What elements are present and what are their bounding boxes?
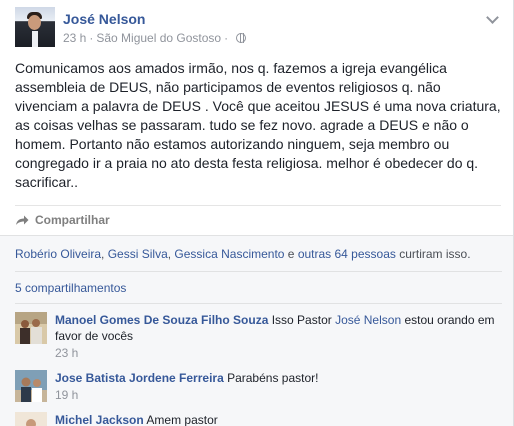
post-text: Comunicamos aos amados irmão, nos q. faz… [15, 60, 501, 190]
shares-link[interactable]: 5 compartilhamentos [15, 281, 126, 295]
comment-mention[interactable]: José Nelson [335, 313, 401, 327]
liker-link[interactable]: Gessi Silva [108, 247, 168, 261]
comment-body: Michel Jackson Amem pastor [55, 412, 502, 426]
others-likes-link[interactable]: outras 64 pessoas [298, 247, 396, 261]
divider [15, 205, 501, 206]
divider [15, 271, 502, 272]
comment-time[interactable]: 23 h [55, 345, 502, 361]
share-label: Compartilhar [35, 213, 110, 227]
comment-text: Amem pastor [143, 413, 218, 426]
author-name[interactable]: José Nelson [63, 11, 145, 27]
commenter-avatar[interactable] [15, 312, 47, 344]
post-location[interactable]: São Miguel do Gostoso [96, 31, 221, 45]
post-time[interactable]: 23 h [63, 31, 86, 45]
share-icon [15, 214, 29, 226]
commenter-avatar[interactable] [15, 370, 47, 402]
comment-author[interactable]: Manoel Gomes De Souza Filho Souza [55, 313, 268, 327]
post-card: José Nelson 23 h · São Miguel do Gostoso… [0, 0, 514, 426]
comment-body: Manoel Gomes De Souza Filho Souza Isso P… [55, 312, 502, 361]
likes-conjunction: e [284, 247, 298, 261]
likes-suffix: curtiram isso. [395, 247, 471, 261]
post-header: José Nelson 23 h · São Miguel do Gostoso… [15, 7, 503, 51]
share-button[interactable]: Compartilhar [15, 211, 110, 229]
liker-link[interactable]: Robério Oliveira [15, 247, 101, 261]
likes-separator: , [101, 247, 108, 261]
comment-author[interactable]: Jose Batista Jordene Ferreira [55, 371, 224, 385]
author-avatar[interactable] [15, 7, 55, 47]
comment-body: Jose Batista Jordene Ferreira Parabéns p… [55, 370, 502, 403]
likes-summary: Robério Oliveira, Gessi Silva, Gessica N… [15, 247, 471, 261]
meta-separator: · [224, 31, 229, 45]
comment-author[interactable]: Michel Jackson [55, 413, 144, 426]
chevron-down-icon[interactable] [486, 11, 499, 24]
comment-time[interactable]: 19 h [55, 387, 502, 403]
commenter-avatar[interactable] [15, 412, 47, 426]
comment-text: Isso Pastor [268, 313, 336, 327]
meta-separator: · [89, 31, 94, 45]
post-meta: 23 h · São Miguel do Gostoso · [63, 31, 247, 45]
divider [15, 303, 502, 304]
comment-text: Parabéns pastor! [223, 371, 319, 385]
globe-icon[interactable] [236, 33, 247, 43]
liker-link[interactable]: Gessica Nascimento [174, 247, 284, 261]
feedback-area: Robério Oliveira, Gessi Silva, Gessica N… [0, 235, 513, 426]
